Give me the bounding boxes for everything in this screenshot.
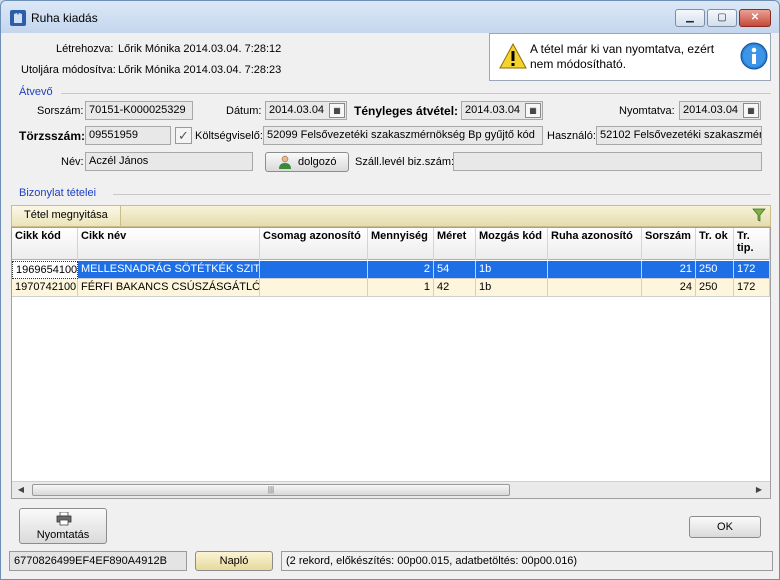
col-header-cikk-nev[interactable]: Cikk név (78, 228, 260, 260)
table-row[interactable]: 1969654100 MELLESNADRÁG SÖTÉTKÉK SZITÁZO… (12, 261, 770, 279)
table-row[interactable]: 1970742100 FÉRFI BAKANCS CSÚSZÁSGÁTLÓ OL… (12, 279, 770, 297)
szall-label: Száll.levél biz.szám: (355, 156, 455, 168)
cell-cikk-kod: 1969654100 (12, 261, 78, 279)
torzsszam-field[interactable]: 09551959 (85, 126, 171, 145)
koltseg-label: Költségviselő: (195, 130, 263, 142)
naplo-button[interactable]: Napló (195, 551, 273, 571)
atvevo-group-title: Átvevő (19, 86, 53, 98)
horizontal-scrollbar[interactable]: ◀ ||| ▶ (12, 481, 770, 498)
nev-field[interactable]: Aczél János (85, 152, 253, 171)
items-grid[interactable]: Cikk kód Cikk név Csomag azonosító Menny… (11, 227, 771, 499)
items-divider (113, 194, 771, 195)
cell-tr-tip: 172 (734, 261, 770, 279)
filter-icon[interactable] (752, 208, 766, 222)
print-button-label: Nyomtatás (36, 529, 90, 541)
cell-cikk-nev: FÉRFI BAKANCS CSÚSZÁSGÁTLÓ OL (78, 279, 260, 297)
datum-value: 2014.03.04 (269, 104, 325, 116)
cell-mozgas: 1b (476, 279, 548, 297)
maximize-button[interactable]: ▢ (707, 9, 737, 27)
person-icon (279, 155, 291, 169)
koltseg-field[interactable]: 52099 Felsővezetéki szakaszmérnökség Bp … (263, 126, 543, 145)
message-box: A tétel már ki van nyomtatva, ezért nem … (489, 33, 771, 81)
scroll-left-icon[interactable]: ◀ (14, 483, 28, 497)
col-header-cikk-kod[interactable]: Cikk kód (12, 228, 78, 260)
cell-sorszam: 21 (642, 261, 696, 279)
dolgozo-button-label: dolgozó (298, 156, 337, 168)
ruha-kiadas-window: Ruha kiadás ▁ ▢ ✕ Létrehozva: Lőrik Móni… (0, 0, 780, 580)
dolgozo-button[interactable]: dolgozó (265, 152, 349, 172)
tenyleges-label: Tényleges átvétel: (354, 104, 459, 118)
minimize-button[interactable]: ▁ (675, 9, 705, 27)
sorszam-field[interactable]: 70151-K000025329 (85, 101, 193, 120)
col-header-sorszam[interactable]: Sorszám (642, 228, 696, 260)
nyomtatva-value: 2014.03.04 (683, 104, 739, 116)
shirt-icon (10, 10, 26, 26)
status-bar: 6770826499EF4EF890A4912B Napló (2 rekord… (9, 551, 773, 571)
cell-mennyiseg: 2 (368, 261, 434, 279)
atvevo-divider (61, 93, 771, 94)
modified-label: Utoljára módosítva: (21, 64, 116, 76)
col-header-mozgas[interactable]: Mozgás kód (476, 228, 548, 260)
cell-ruha-azon (548, 261, 642, 279)
warning-icon (499, 42, 527, 69)
cell-meret: 42 (434, 279, 476, 297)
cell-csomag (260, 279, 368, 297)
cell-tr-tip: 172 (734, 279, 770, 297)
ok-button[interactable]: OK (689, 516, 761, 538)
cell-cikk-nev: MELLESNADRÁG SÖTÉTKÉK SZITÁZO (78, 261, 260, 279)
hasznalo-label: Használó: (547, 130, 596, 142)
torzsszam-label: Törzsszám: (19, 129, 86, 143)
message-text: A tétel már ki van nyomtatva, ezért nem … (530, 42, 715, 71)
record-id: 6770826499EF4EF890A4912B (9, 551, 187, 571)
cell-mennyiseg: 1 (368, 279, 434, 297)
nev-label: Név: (61, 156, 84, 168)
datum-label: Dátum: (226, 105, 262, 117)
open-item-button[interactable]: Tétel megnyitása (12, 206, 121, 226)
col-header-tr-ok[interactable]: Tr. ok (696, 228, 734, 260)
calendar-icon[interactable]: ▦ (743, 103, 759, 118)
cell-meret: 54 (434, 261, 476, 279)
info-icon[interactable] (740, 42, 768, 70)
col-header-meret[interactable]: Méret (434, 228, 476, 260)
szall-field[interactable] (453, 152, 762, 171)
print-button[interactable]: Nyomtatás (19, 508, 107, 544)
grid-header: Cikk kód Cikk név Csomag azonosító Menny… (12, 228, 770, 260)
cell-ruha-azon (548, 279, 642, 297)
title-bar: Ruha kiadás ▁ ▢ ✕ (1, 1, 779, 33)
koltseg-checkbox[interactable]: ✓ (175, 127, 192, 144)
printer-icon (56, 512, 72, 526)
cell-tr-ok: 250 (696, 279, 734, 297)
cell-csomag (260, 261, 368, 279)
modified-value: Lőrik Mónika 2014.03.04. 7:28:23 (118, 64, 282, 76)
col-header-ruha-azon[interactable]: Ruha azonosító (548, 228, 642, 260)
hasznalo-field[interactable]: 52102 Felsővezetéki szakaszmérn (596, 126, 762, 145)
tenyleges-value: 2014.03.04 (465, 104, 521, 116)
sorszam-label: Sorszám: (37, 105, 84, 117)
cell-tr-ok: 250 (696, 261, 734, 279)
col-header-csomag[interactable]: Csomag azonosító (260, 228, 368, 260)
close-button[interactable]: ✕ (739, 9, 771, 27)
items-toolbar: Tétel megnyitása (11, 205, 771, 227)
created-label: Létrehozva: (56, 43, 114, 55)
status-info: (2 rekord, előkészítés: 00p00.015, adatb… (281, 551, 773, 571)
open-item-label: Tétel megnyitása (24, 209, 108, 221)
cell-mozgas: 1b (476, 261, 548, 279)
created-value: Lőrik Mónika 2014.03.04. 7:28:12 (118, 43, 282, 55)
scroll-right-icon[interactable]: ▶ (752, 483, 766, 497)
col-header-mennyiseg[interactable]: Mennyiség (368, 228, 434, 260)
calendar-icon[interactable]: ▦ (329, 103, 345, 118)
items-group-title: Bizonylat tételei (19, 187, 97, 199)
cell-cikk-kod: 1970742100 (12, 279, 78, 297)
nyomtatva-label: Nyomtatva: (619, 105, 675, 117)
scrollbar-thumb[interactable]: ||| (32, 484, 510, 496)
calendar-icon[interactable]: ▦ (525, 103, 541, 118)
cell-sorszam: 24 (642, 279, 696, 297)
window-title: Ruha kiadás (31, 11, 98, 25)
col-header-tr-tip[interactable]: Tr. tip. (734, 228, 770, 260)
